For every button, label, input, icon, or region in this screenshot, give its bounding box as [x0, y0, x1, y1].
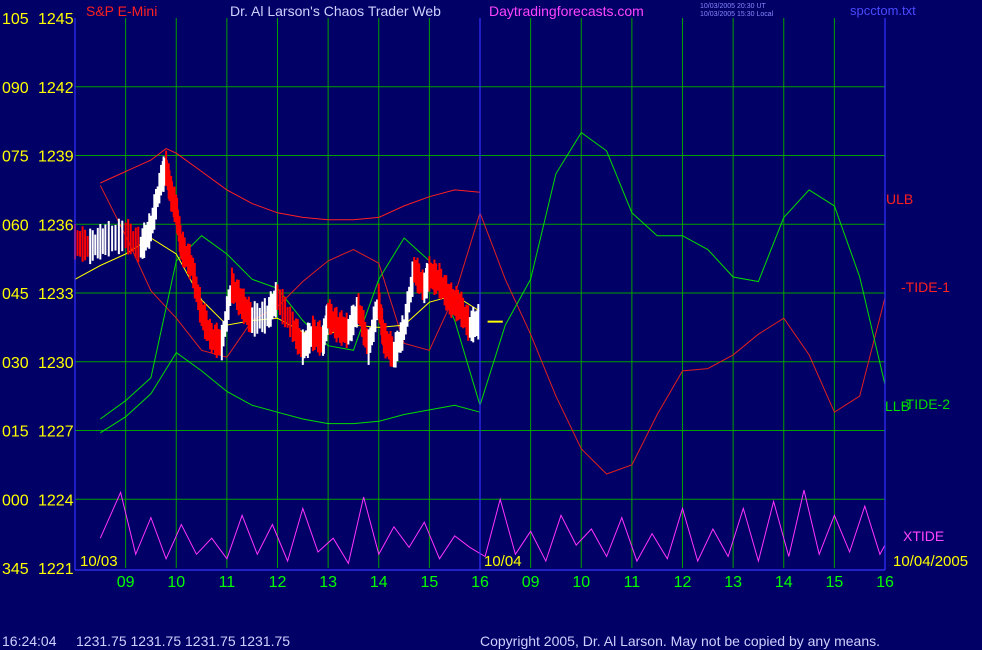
y-tick-angle: 075 — [2, 149, 29, 166]
y-tick-price: 1242 — [38, 80, 74, 97]
y-tick-angle: 045 — [2, 286, 29, 303]
label-tide1: -TIDE-1 — [901, 279, 950, 295]
x-tick-label: 15 — [825, 574, 843, 591]
y-tick-angle: 015 — [2, 424, 29, 441]
y-axis-labels: 105 1245 090 1242 075 1239 060 1236 045 1233 030 12… — [2, 11, 74, 578]
y-tick-angle: 105 — [2, 11, 29, 28]
x-tick-label: 13 — [319, 574, 337, 591]
label-llb: LLB — [885, 398, 910, 414]
x-tick-label: 11 — [219, 574, 236, 591]
y-tick-price: 1245 — [38, 11, 74, 28]
x-tick-label: 10 — [167, 574, 185, 591]
date-start-label: 10/03 — [80, 553, 118, 570]
y-tick-price: 1230 — [38, 355, 74, 372]
x-tick-label: 14 — [370, 574, 388, 591]
x-tick-label: 12 — [269, 574, 287, 591]
date-end-label: 10/04/2005 — [893, 553, 968, 570]
x-tick-label: 14 — [775, 574, 793, 591]
timestamp-local: 10/03/2005 15:30 Local — [700, 11, 774, 18]
y-tick-angle: 000 — [2, 492, 29, 509]
timestamp-ut: 10/03/2005 20:30 UT — [700, 3, 766, 10]
y-tick-price: 1236 — [38, 217, 74, 234]
x-tick-label: 16 — [471, 574, 489, 591]
y-tick-price: 1221 — [38, 561, 74, 578]
date-mid-label: 10/04 — [484, 553, 522, 570]
y-tick-angle: 030 — [2, 355, 29, 372]
website-label: Daytradingforecasts.com — [489, 3, 644, 19]
x-tick-label: 09 — [522, 574, 540, 591]
x-tick-label: 11 — [624, 574, 641, 591]
footer-time: 16:24:04 — [2, 633, 57, 649]
x-tick-label: 09 — [117, 574, 135, 591]
x-tick-label: 10 — [572, 574, 590, 591]
y-tick-angle: 090 — [2, 80, 29, 97]
chart-title: Dr. Al Larson's Chaos Trader Web — [230, 3, 441, 19]
y-tick-angle: 060 — [2, 217, 29, 234]
y-tick-angle: 345 — [2, 561, 29, 578]
filename-label: spcctom.txt — [850, 3, 916, 18]
x-tick-label: 13 — [724, 574, 742, 591]
x-tick-label: 15 — [420, 574, 438, 591]
label-xtide: XTIDE — [903, 528, 944, 544]
footer-ohlc: 1231.75 1231.75 1231.75 1231.75 — [76, 633, 290, 649]
y-tick-price: 1224 — [38, 492, 74, 509]
x-tick-label: 12 — [674, 574, 692, 591]
instrument-label: S&P E-Mini — [86, 3, 157, 19]
y-tick-price: 1233 — [38, 286, 74, 303]
footer-copyright: Copyright 2005, Dr. Al Larson. May not b… — [480, 633, 880, 649]
x-tick-label: 16 — [876, 574, 894, 591]
y-tick-price: 1227 — [38, 424, 74, 441]
chaos-trader-chart: 105 1245 090 1242 075 1239 060 1236 045 1233 030 12… — [0, 0, 982, 650]
y-tick-price: 1239 — [38, 149, 74, 166]
label-ulb: ULB — [886, 191, 913, 207]
